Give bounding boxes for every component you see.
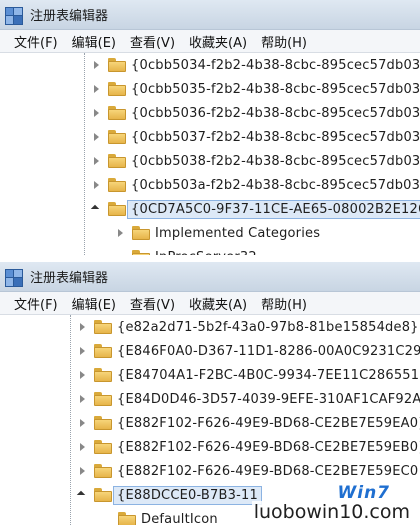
expand-arrow-icon[interactable] bbox=[78, 418, 88, 428]
folder-icon bbox=[108, 130, 126, 144]
registry-key-row[interactable]: Implemented Categories bbox=[0, 221, 420, 245]
folder-icon bbox=[94, 368, 112, 382]
registry-key-label: {0cbb5038-f2b2-4b38-8cbc-895cec57db03} bbox=[131, 153, 420, 169]
registry-editor-window-1: 注册表编辑器 文件(F) 编辑(E) 查看(V) 收藏夹(A) 帮助(H) {0… bbox=[0, 0, 420, 255]
registry-editor-icon bbox=[4, 268, 24, 287]
expand-arrow-icon[interactable] bbox=[78, 322, 88, 332]
registry-key-label: Implemented Categories bbox=[155, 225, 321, 241]
registry-key-label: {E882F102-F626-49E9-BD68-CE2BE7E59EA0} bbox=[117, 415, 420, 431]
menu-favorites[interactable]: 收藏夹(A) bbox=[189, 32, 247, 51]
expand-arrow-icon[interactable] bbox=[78, 394, 88, 404]
registry-key-row[interactable]: {E882F102-F626-49E9-BD68-CE2BE7E59EB0} bbox=[0, 435, 420, 459]
registry-key-label: {e82a2d71-5b2f-43a0-97b8-81be15854de8} bbox=[117, 319, 419, 335]
menu-help[interactable]: 帮助(H) bbox=[261, 32, 307, 51]
registry-key-row[interactable]: {0CD7A5C0-9F37-11CE-AE65-08002B2E1262} bbox=[0, 197, 420, 221]
folder-icon bbox=[108, 82, 126, 96]
tree-guide-line bbox=[70, 315, 71, 525]
folder-icon bbox=[94, 440, 112, 454]
registry-key-label: InProcServer32 bbox=[155, 250, 257, 256]
registry-key-row[interactable]: {0cbb5036-f2b2-4b38-8cbc-895cec57db03} bbox=[0, 101, 420, 125]
collapse-arrow-icon[interactable] bbox=[92, 204, 102, 214]
registry-key-tree: {e82a2d71-5b2f-43a0-97b8-81be15854de8} {E… bbox=[0, 315, 420, 525]
registry-key-row[interactable]: {E84704A1-F2BC-4B0C-9934-7EE11C286551} bbox=[0, 363, 420, 387]
menu-help[interactable]: 帮助(H) bbox=[261, 294, 307, 313]
registry-key-label: DefaultIcon bbox=[141, 511, 218, 525]
registry-key-label: {E84704A1-F2BC-4B0C-9934-7EE11C286551} bbox=[117, 367, 420, 383]
menu-view[interactable]: 查看(V) bbox=[130, 32, 175, 51]
registry-key-label: {0cbb5037-f2b2-4b38-8cbc-895cec57db03} bbox=[131, 129, 420, 145]
registry-key-row[interactable]: {E882F102-F626-49E9-BD68-CE2BE7E59EC0} bbox=[0, 459, 420, 483]
expand-arrow-icon[interactable] bbox=[78, 466, 88, 476]
expand-arrow-icon[interactable] bbox=[116, 228, 126, 238]
expand-arrow-icon[interactable] bbox=[92, 84, 102, 94]
registry-editor-window-2: 注册表编辑器 文件(F) 编辑(E) 查看(V) 收藏夹(A) 帮助(H) {e… bbox=[0, 262, 420, 525]
folder-icon bbox=[108, 58, 126, 72]
folder-icon bbox=[94, 416, 112, 430]
registry-key-row[interactable]: {0cbb503a-f2b2-4b38-8cbc-895cec57db03} bbox=[0, 173, 420, 197]
menu-edit[interactable]: 编辑(E) bbox=[72, 32, 116, 51]
folder-icon bbox=[132, 226, 150, 240]
registry-editor-icon bbox=[4, 6, 24, 25]
collapse-arrow-icon[interactable] bbox=[78, 490, 88, 500]
registry-key-label: {0cbb5036-f2b2-4b38-8cbc-895cec57db03} bbox=[131, 105, 420, 121]
expand-arrow-icon[interactable] bbox=[92, 132, 102, 142]
menu-bar: 文件(F) 编辑(E) 查看(V) 收藏夹(A) 帮助(H) bbox=[0, 292, 420, 315]
registry-key-row[interactable]: {0cbb5035-f2b2-4b38-8cbc-895cec57db03} bbox=[0, 77, 420, 101]
folder-icon bbox=[94, 464, 112, 478]
folder-icon bbox=[94, 488, 112, 502]
menu-bar: 文件(F) 编辑(E) 查看(V) 收藏夹(A) 帮助(H) bbox=[0, 30, 420, 53]
folder-icon bbox=[94, 392, 112, 406]
expand-arrow-icon[interactable] bbox=[78, 370, 88, 380]
expand-arrow-icon[interactable] bbox=[92, 108, 102, 118]
expand-arrow-icon[interactable] bbox=[78, 442, 88, 452]
expand-arrow-icon[interactable] bbox=[92, 60, 102, 70]
registry-key-label: {E84D0D46-3D57-4039-9EFE-310AF1CAF92A} bbox=[117, 391, 420, 407]
registry-key-row[interactable]: InProcServer32 bbox=[0, 245, 420, 255]
registry-key-row[interactable]: {E882F102-F626-49E9-BD68-CE2BE7E59EA0} bbox=[0, 411, 420, 435]
title-bar: 注册表编辑器 bbox=[0, 262, 420, 292]
folder-icon bbox=[108, 178, 126, 192]
registry-key-label: {E882F102-F626-49E9-BD68-CE2BE7E59EC0} bbox=[117, 463, 420, 479]
expand-arrow-icon[interactable] bbox=[78, 346, 88, 356]
registry-key-tree: {0cbb5034-f2b2-4b38-8cbc-895cec57db03} {0… bbox=[0, 53, 420, 255]
menu-view[interactable]: 查看(V) bbox=[130, 294, 175, 313]
window-title: 注册表编辑器 bbox=[30, 271, 109, 286]
folder-icon bbox=[108, 106, 126, 120]
registry-key-row[interactable]: {0cbb5037-f2b2-4b38-8cbc-895cec57db03} bbox=[0, 125, 420, 149]
registry-key-label: {0cbb503a-f2b2-4b38-8cbc-895cec57db03} bbox=[131, 177, 420, 193]
registry-key-label: {0cbb5034-f2b2-4b38-8cbc-895cec57db03} bbox=[131, 57, 420, 73]
menu-file[interactable]: 文件(F) bbox=[14, 294, 58, 313]
registry-key-row[interactable]: {E846F0A0-D367-11D1-8286-00A0C9231C29} bbox=[0, 339, 420, 363]
registry-key-row[interactable]: {e82a2d71-5b2f-43a0-97b8-81be15854de8} bbox=[0, 315, 420, 339]
registry-key-row[interactable]: {E88DCCE0-B7B3-11 bbox=[0, 483, 420, 507]
registry-key-row[interactable]: {0cbb5034-f2b2-4b38-8cbc-895cec57db03} bbox=[0, 53, 420, 77]
menu-favorites[interactable]: 收藏夹(A) bbox=[189, 294, 247, 313]
folder-icon bbox=[94, 344, 112, 358]
registry-key-label: {0cbb5035-f2b2-4b38-8cbc-895cec57db03} bbox=[131, 81, 420, 97]
title-bar: 注册表编辑器 bbox=[0, 0, 420, 30]
folder-icon bbox=[108, 202, 126, 216]
menu-file[interactable]: 文件(F) bbox=[14, 32, 58, 51]
expand-arrow-icon[interactable] bbox=[92, 180, 102, 190]
registry-key-row[interactable]: {E84D0D46-3D57-4039-9EFE-310AF1CAF92A} bbox=[0, 387, 420, 411]
registry-key-label: {E846F0A0-D367-11D1-8286-00A0C9231C29} bbox=[117, 343, 420, 359]
window-title: 注册表编辑器 bbox=[30, 9, 109, 24]
expand-arrow-icon[interactable] bbox=[92, 156, 102, 166]
folder-icon bbox=[108, 154, 126, 168]
registry-key-label: {E88DCCE0-B7B3-11 bbox=[113, 485, 262, 505]
folder-icon bbox=[132, 250, 150, 255]
tree-guide-line bbox=[84, 53, 85, 255]
registry-key-label: {E882F102-F626-49E9-BD68-CE2BE7E59EB0} bbox=[117, 439, 420, 455]
registry-key-row[interactable]: {0cbb5038-f2b2-4b38-8cbc-895cec57db03} bbox=[0, 149, 420, 173]
registry-key-label: {0CD7A5C0-9F37-11CE-AE65-08002B2E1262} bbox=[127, 199, 420, 219]
folder-icon bbox=[94, 320, 112, 334]
registry-key-row[interactable]: DefaultIcon bbox=[0, 507, 420, 525]
folder-icon bbox=[118, 512, 136, 525]
menu-edit[interactable]: 编辑(E) bbox=[72, 294, 116, 313]
